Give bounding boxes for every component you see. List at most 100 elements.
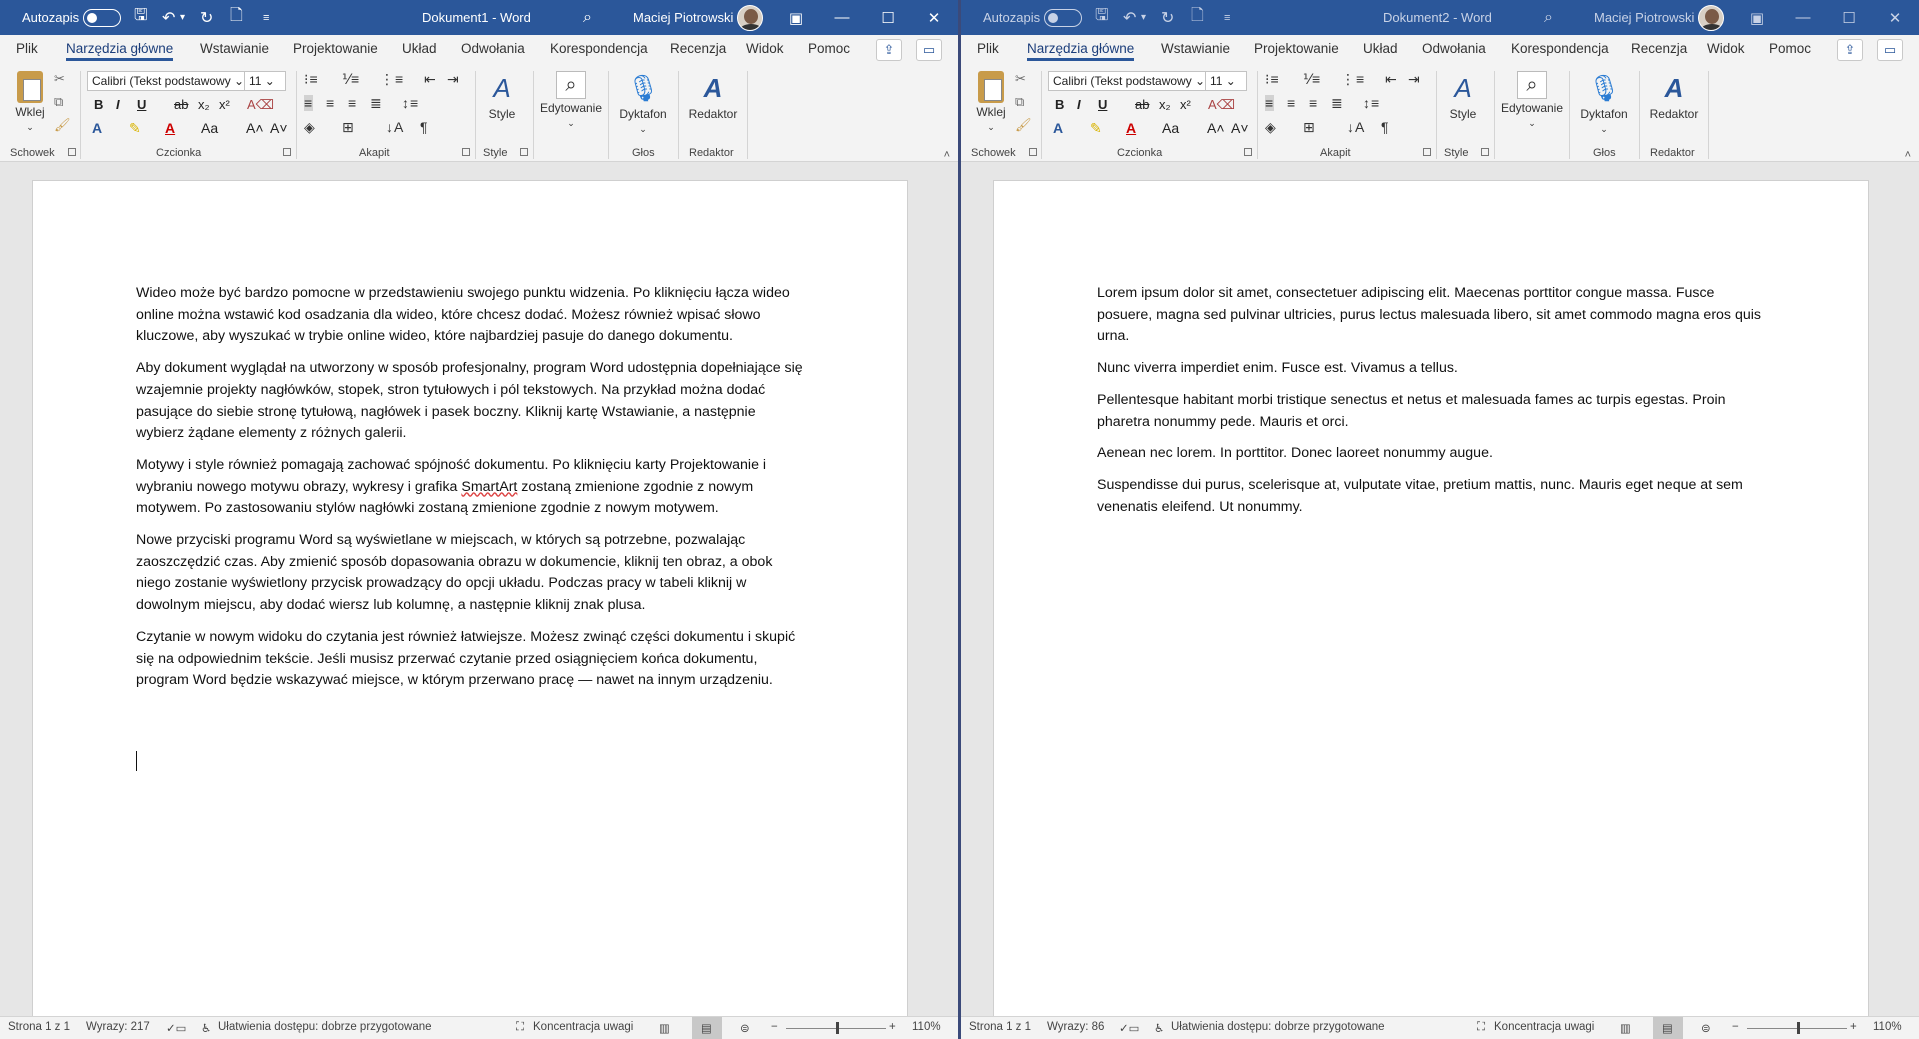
document-body[interactable]: Lorem ipsum dolor sit amet, consectetuer… <box>1097 283 1767 528</box>
paragraph-launcher-icon[interactable] <box>1423 148 1431 156</box>
proofing-icon[interactable]: ✓▭ <box>1119 1021 1140 1035</box>
font-name-select[interactable]: Calibri (Tekst podstawowy ⌄ <box>87 71 245 91</box>
comments-icon[interactable]: ▭ <box>916 39 942 61</box>
font-color-icon[interactable]: A <box>165 120 175 136</box>
dictate-button[interactable]: 🎙 Dyktafon ⌄ <box>614 71 672 135</box>
highlight-icon[interactable]: ✎ <box>129 120 141 137</box>
page-counter[interactable]: Strona 1 z 1 <box>969 1021 1031 1033</box>
multilevel-list-icon[interactable]: ⋮≡ <box>380 71 404 88</box>
page-counter[interactable]: Strona 1 z 1 <box>8 1021 70 1033</box>
align-left-icon[interactable]: ≡ <box>304 95 314 111</box>
clipboard-launcher-icon[interactable] <box>1029 148 1037 156</box>
tab-insert[interactable]: Wstawianie <box>200 41 269 56</box>
user-name[interactable]: Maciej Piotrowski <box>1594 0 1694 35</box>
read-mode-icon[interactable]: ▥ <box>659 1021 670 1035</box>
show-marks-icon[interactable]: ¶ <box>420 119 429 135</box>
web-layout-icon[interactable]: ⊜ <box>1701 1021 1711 1035</box>
copy-icon[interactable]: ⧉ <box>54 94 63 110</box>
line-spacing-icon[interactable]: ↕≡ <box>402 95 419 111</box>
new-document-icon[interactable]: 🗋 <box>230 0 243 35</box>
align-right-icon[interactable]: ≡ <box>1309 95 1318 111</box>
comments-icon[interactable]: ▭ <box>1877 39 1903 61</box>
paste-button[interactable]: Wklej ⌄ <box>12 71 48 143</box>
sort-icon[interactable]: ↓A <box>1347 119 1365 135</box>
strikethrough-button[interactable]: ab <box>174 97 188 112</box>
tab-file[interactable]: Plik <box>977 41 999 56</box>
document-page[interactable]: Lorem ipsum dolor sit amet, consectetuer… <box>993 180 1869 1039</box>
close-icon[interactable]: ✕ <box>1872 0 1918 35</box>
tab-home[interactable]: Narzędzia główne <box>66 41 174 61</box>
shrink-font-icon[interactable]: A˅ <box>1231 120 1249 136</box>
dictate-button[interactable]: 🎙 Dyktafon ⌄ <box>1575 71 1633 135</box>
clipboard-launcher-icon[interactable] <box>68 148 76 156</box>
grow-font-icon[interactable]: A˄ <box>1207 120 1225 136</box>
tab-review[interactable]: Recenzja <box>670 41 726 56</box>
maximize-icon[interactable]: ☐ <box>1826 0 1872 35</box>
print-layout-icon[interactable]: ▤ <box>701 1021 712 1035</box>
tab-view[interactable]: Widok <box>746 41 784 56</box>
avatar[interactable] <box>1698 0 1724 35</box>
underline-button[interactable]: U <box>1098 97 1107 112</box>
highlight-icon[interactable]: ✎ <box>1090 120 1102 137</box>
share-icon[interactable]: ⇪ <box>876 39 902 61</box>
tab-mailings[interactable]: Korespondencja <box>1511 41 1609 56</box>
undo-icon[interactable]: ↶ <box>162 0 175 35</box>
increase-indent-icon[interactable]: ⇥ <box>447 71 460 88</box>
cut-icon[interactable]: ✂ <box>1015 71 1026 87</box>
subscript-button[interactable]: x₂ <box>1159 97 1171 112</box>
tab-layout[interactable]: Układ <box>402 41 437 56</box>
collapse-ribbon-icon[interactable]: ˄ <box>1905 149 1911 161</box>
proofing-icon[interactable]: ✓▭ <box>166 1021 187 1035</box>
document-body[interactable]: Wideo może być bardzo pomocne w przedsta… <box>136 283 806 702</box>
copy-icon[interactable]: ⧉ <box>1015 94 1024 110</box>
tab-insert[interactable]: Wstawianie <box>1161 41 1230 56</box>
read-mode-icon[interactable]: ▥ <box>1620 1021 1631 1035</box>
document-page[interactable]: Wideo może być bardzo pomocne w przedsta… <box>32 180 908 1039</box>
line-spacing-icon[interactable]: ↕≡ <box>1363 95 1380 111</box>
align-center-icon[interactable]: ≡ <box>326 95 335 111</box>
font-size-select[interactable]: 11 ⌄ <box>1205 71 1247 91</box>
numbering-icon[interactable]: ⅟≡ <box>342 71 360 88</box>
paragraph-launcher-icon[interactable] <box>462 148 470 156</box>
editor-button[interactable]: A Redaktor <box>684 71 742 122</box>
strikethrough-button[interactable]: ab <box>1135 97 1149 112</box>
decrease-indent-icon[interactable]: ⇤ <box>424 71 437 88</box>
clear-formatting-icon[interactable]: A⌫ <box>247 97 274 113</box>
close-icon[interactable]: ✕ <box>911 0 957 35</box>
shading-icon[interactable]: ◈ <box>1265 119 1277 136</box>
decrease-indent-icon[interactable]: ⇤ <box>1385 71 1398 88</box>
underline-button[interactable]: U <box>137 97 146 112</box>
align-right-icon[interactable]: ≡ <box>348 95 357 111</box>
accessibility-status[interactable]: Ułatwienia dostępu: dobrze przygotowane <box>218 1021 432 1033</box>
share-icon[interactable]: ⇪ <box>1837 39 1863 61</box>
tab-design[interactable]: Projektowanie <box>293 41 378 56</box>
tab-home[interactable]: Narzędzia główne <box>1027 41 1135 61</box>
format-painter-icon[interactable]: 🖌 <box>54 117 71 133</box>
font-name-select[interactable]: Calibri (Tekst podstawowy ⌄ <box>1048 71 1206 91</box>
new-document-icon[interactable]: 🗋 <box>1191 0 1204 35</box>
superscript-button[interactable]: x² <box>1180 97 1191 112</box>
zoom-in-icon[interactable]: + <box>1850 1021 1857 1033</box>
minimize-icon[interactable]: — <box>1780 0 1826 35</box>
clear-formatting-icon[interactable]: A⌫ <box>1208 97 1235 113</box>
print-layout-icon[interactable]: ▤ <box>1662 1021 1673 1035</box>
customize-toolbar-icon[interactable]: ≡ <box>1224 0 1230 35</box>
grow-font-icon[interactable]: A˄ <box>246 120 264 136</box>
numbering-icon[interactable]: ⅟≡ <box>1303 71 1321 88</box>
tab-view[interactable]: Widok <box>1707 41 1745 56</box>
borders-icon[interactable]: ⊞ <box>342 119 355 136</box>
word-count[interactable]: Wyrazy: 86 <box>1047 1021 1104 1033</box>
tab-review[interactable]: Recenzja <box>1631 41 1687 56</box>
accessibility-status[interactable]: Ułatwienia dostępu: dobrze przygotowane <box>1171 1021 1385 1033</box>
superscript-button[interactable]: x² <box>219 97 230 112</box>
ribbon-display-icon[interactable]: ▣ <box>1734 0 1780 35</box>
word-count[interactable]: Wyrazy: 217 <box>86 1021 150 1033</box>
font-launcher-icon[interactable] <box>1244 148 1252 156</box>
styles-button[interactable]: A Style <box>1445 71 1481 122</box>
paste-button[interactable]: Wklej ⌄ <box>973 71 1009 143</box>
italic-button[interactable]: I <box>116 97 120 112</box>
align-left-icon[interactable]: ≡ <box>1265 95 1275 111</box>
font-launcher-icon[interactable] <box>283 148 291 156</box>
focus-mode[interactable]: Koncentracja uwagi <box>1494 1021 1594 1033</box>
styles-launcher-icon[interactable] <box>520 148 528 156</box>
